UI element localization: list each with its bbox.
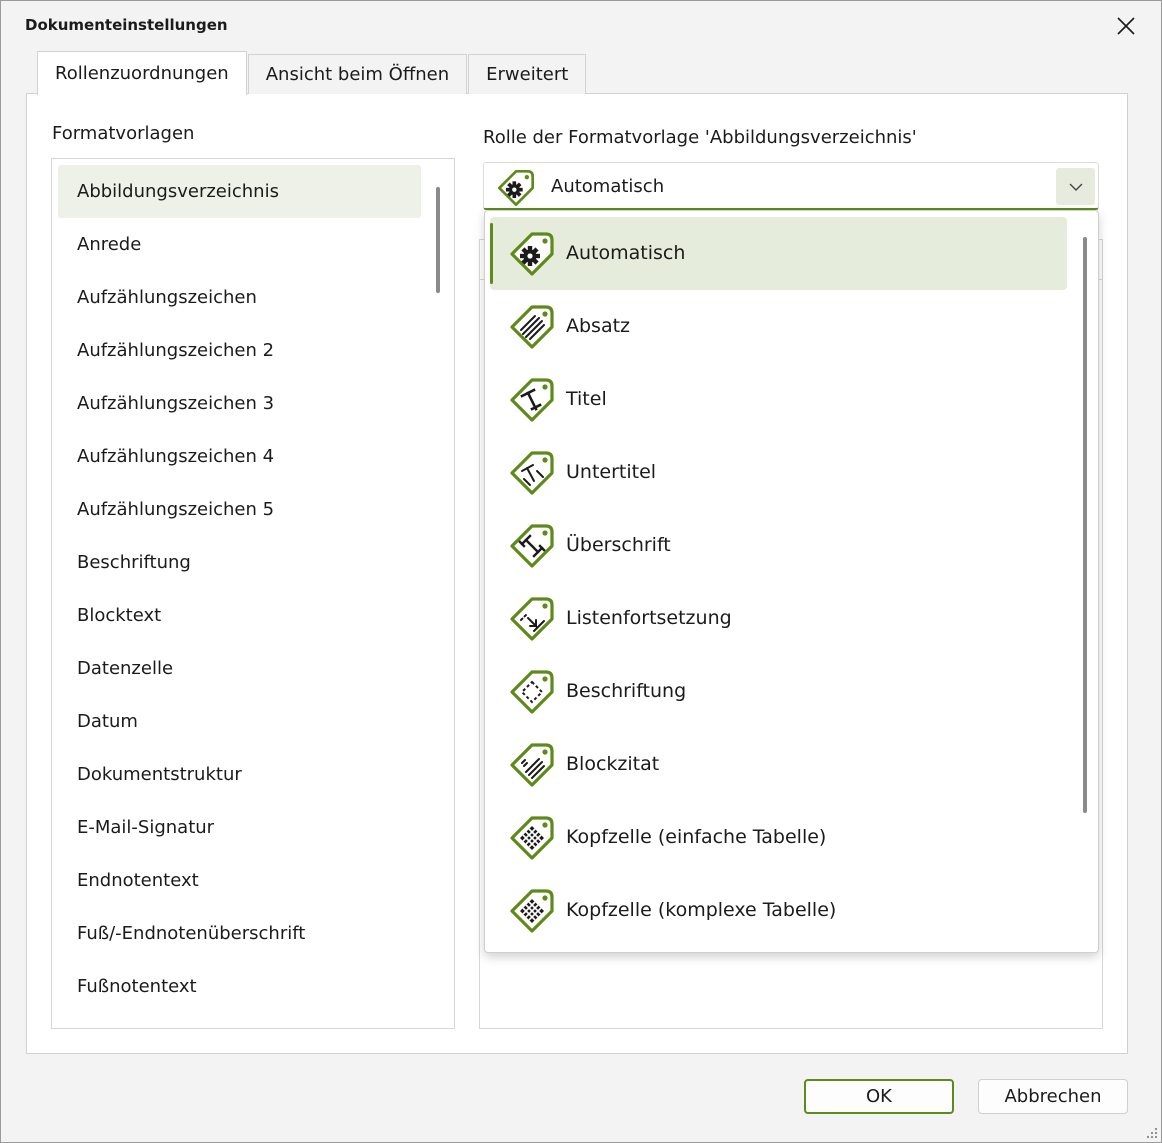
- dropdown-option-label: Überschrift: [566, 534, 671, 556]
- caption-icon: [510, 670, 554, 714]
- dropdown-option-label: Titel: [566, 388, 607, 410]
- dropdown-option-label: Blockzitat: [566, 753, 660, 775]
- formats-list-scrollbar[interactable]: [436, 187, 440, 293]
- selection-indicator: [490, 223, 493, 284]
- dropdown-option-label: Kopfzelle (komplexe Tabelle): [566, 899, 837, 921]
- format-list-item[interactable]: Abbildungsverzeichnis: [58, 165, 421, 218]
- format-list-item[interactable]: Anrede: [58, 218, 421, 271]
- tab-bar: Rollenzuordnungen Ansicht beim Öffnen Er…: [37, 51, 587, 95]
- format-list-item[interactable]: Fußnotentext: [58, 960, 421, 1013]
- format-list-item[interactable]: Aufzählungszeichen 3: [58, 377, 421, 430]
- format-list-item[interactable]: Aufzählungszeichen 4: [58, 430, 421, 483]
- cancel-button[interactable]: Abbrechen: [978, 1079, 1128, 1114]
- chevron-down-icon: [1069, 183, 1082, 191]
- role-label: Rolle der Formatvorlage 'Abbildungsverze…: [483, 127, 917, 148]
- dropdown-option[interactable]: Titel: [490, 363, 1067, 436]
- dropdown-option[interactable]: Listenfortsetzung: [490, 582, 1067, 655]
- title-icon: [510, 378, 554, 422]
- format-list-item[interactable]: Datum: [58, 695, 421, 748]
- dropdown-option[interactable]: Automatisch: [490, 217, 1067, 290]
- dropdown-option[interactable]: Absatz: [490, 290, 1067, 363]
- tab-ansicht-beim-oeffnen[interactable]: Ansicht beim Öffnen: [247, 54, 468, 94]
- list-continuation-icon: [510, 597, 554, 641]
- dropdown-option-label: Automatisch: [566, 242, 686, 264]
- format-list-item[interactable]: Blocktext: [58, 589, 421, 642]
- tab-rollenzuordnungen[interactable]: Rollenzuordnungen: [37, 51, 247, 95]
- combobox-dropdown-button[interactable]: [1056, 168, 1095, 205]
- dialog-window: Dokumenteinstellungen Rollenzuordnungen …: [0, 0, 1162, 1143]
- dropdown-option[interactable]: Kopfzelle (einfache Tabelle): [490, 801, 1067, 874]
- format-list-item[interactable]: Endnotentext: [58, 854, 421, 907]
- format-list-item[interactable]: Dokumentstruktur: [58, 748, 421, 801]
- paragraph-icon: [510, 305, 554, 349]
- dropdown-option-label: Beschriftung: [566, 680, 687, 702]
- formats-label: Formatvorlagen: [52, 123, 195, 144]
- dropdown-option-label: Untertitel: [566, 461, 657, 483]
- dialog-title: Dokumenteinstellungen: [25, 16, 228, 34]
- dropdown-option[interactable]: Überschrift: [490, 509, 1067, 582]
- format-list-item[interactable]: E-Mail-Signatur: [58, 801, 421, 854]
- dropdown-option-label: Absatz: [566, 315, 631, 337]
- dropdown-option[interactable]: Blockzitat: [490, 728, 1067, 801]
- format-list-item[interactable]: Datenzelle: [58, 642, 421, 695]
- formats-list[interactable]: Abbildungsverzeichnis Anrede Aufzählungsze…: [51, 158, 455, 1029]
- resize-grip-icon[interactable]: [1145, 1126, 1159, 1140]
- dropdown-option[interactable]: Kopfzelle (komplexe Tabelle): [490, 874, 1067, 947]
- gear-icon: [498, 170, 534, 207]
- tab-erweitert[interactable]: Erweitert: [468, 54, 587, 94]
- ok-button[interactable]: OK: [804, 1079, 954, 1114]
- format-list-item[interactable]: Aufzählungszeichen: [58, 271, 421, 324]
- dropdown-scrollbar[interactable]: [1083, 237, 1087, 813]
- role-combobox[interactable]: Automatisch: [483, 162, 1099, 210]
- gear-icon: [510, 232, 554, 276]
- role-combobox-value: Automatisch: [551, 176, 665, 197]
- dropdown-option-label: Kopfzelle (einfache Tabelle): [566, 826, 827, 848]
- blockquote-icon: [510, 743, 554, 787]
- dropdown-option[interactable]: Beschriftung: [490, 655, 1067, 728]
- format-list-item[interactable]: Fuß/-Endnotenüberschrift: [58, 907, 421, 960]
- table-header-icon: [510, 816, 554, 860]
- format-list-item[interactable]: Beschriftung: [58, 536, 421, 589]
- role-dropdown-list[interactable]: Automatisch Absatz Titel Untertitel Überschr…: [484, 210, 1099, 953]
- format-list-item[interactable]: Aufzählungszeichen 2: [58, 324, 421, 377]
- subtitle-icon: [510, 451, 554, 495]
- dropdown-option-label: Listenfortsetzung: [566, 607, 732, 629]
- dropdown-option[interactable]: Untertitel: [490, 436, 1067, 509]
- table-header-icon: [510, 889, 554, 933]
- close-icon: [1117, 17, 1135, 35]
- close-button[interactable]: [1105, 7, 1147, 45]
- format-list-item[interactable]: Aufzählungszeichen 5: [58, 483, 421, 536]
- heading-icon: [510, 524, 554, 568]
